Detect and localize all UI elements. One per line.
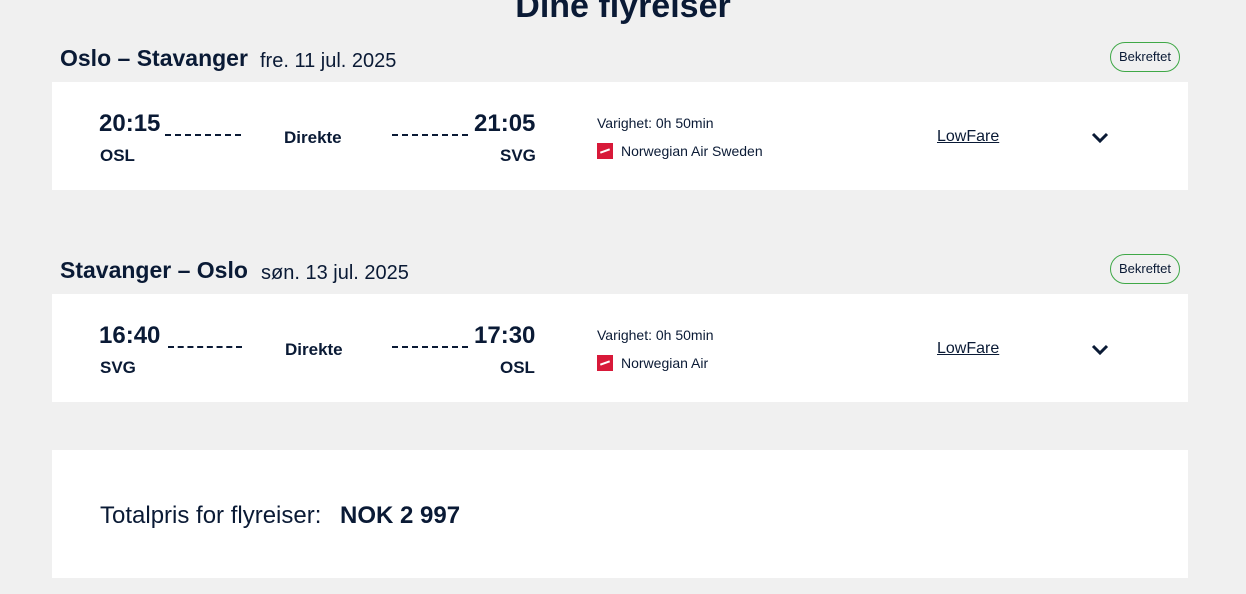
route-line-right bbox=[392, 346, 468, 348]
airline-logo-icon bbox=[597, 355, 613, 371]
total-price-label: Totalpris for flyreiser: bbox=[100, 502, 322, 529]
airline-info: Norwegian Air bbox=[597, 354, 708, 372]
flight-duration: Varighet: 0h 50min bbox=[597, 327, 714, 343]
status-badge: Bekreftet bbox=[1109, 42, 1180, 72]
trip-header: Oslo – Stavanger fre. 11 jul. 2025 Bekre… bbox=[52, 42, 1188, 82]
trip-header: Stavanger – Oslo søn. 13 jul. 2025 Bekre… bbox=[52, 254, 1188, 294]
total-price-value: NOK 2 997 bbox=[340, 502, 461, 529]
stops-label: Direkte bbox=[284, 128, 342, 147]
arrival-airport-code: SVG bbox=[500, 146, 536, 165]
trip-outbound: Oslo – Stavanger fre. 11 jul. 2025 Bekre… bbox=[52, 42, 1188, 190]
total-price-card: Totalpris for flyreiser: NOK 2 997 bbox=[52, 450, 1188, 578]
route-line-right bbox=[392, 134, 468, 136]
page-title: Dine flyreiser bbox=[515, 0, 731, 25]
route-line-left bbox=[165, 134, 241, 136]
airline-logo-icon bbox=[597, 143, 613, 159]
fare-type-link[interactable]: LowFare bbox=[937, 340, 999, 358]
airline-name: Norwegian Air Sweden bbox=[621, 143, 763, 159]
trip-route: Oslo – Stavanger bbox=[60, 45, 248, 71]
stops-label: Direkte bbox=[285, 340, 343, 359]
trip-return: Stavanger – Oslo søn. 13 jul. 2025 Bekre… bbox=[52, 254, 1188, 402]
fare-type-link[interactable]: LowFare bbox=[937, 128, 999, 146]
departure-airport-code: SVG bbox=[100, 358, 136, 377]
arrival-time: 21:05 bbox=[474, 110, 536, 137]
arrival-airport-code: OSL bbox=[500, 358, 535, 377]
flight-card: 20:15 OSL Direkte 21:05 SVG Varighet: 0h… bbox=[52, 82, 1188, 190]
flight-card: 16:40 SVG Direkte 17:30 OSL Varighet: 0h… bbox=[52, 294, 1188, 402]
departure-time: 16:40 bbox=[99, 322, 161, 349]
airline-info: Norwegian Air Sweden bbox=[597, 142, 763, 160]
trip-date: søn. 13 jul. 2025 bbox=[261, 262, 409, 284]
trip-date: fre. 11 jul. 2025 bbox=[260, 50, 397, 72]
chevron-down-icon[interactable] bbox=[1088, 128, 1112, 148]
status-badge: Bekreftet bbox=[1109, 254, 1180, 284]
flight-duration: Varighet: 0h 50min bbox=[597, 115, 714, 131]
trip-route: Stavanger – Oslo bbox=[60, 257, 248, 283]
departure-time: 20:15 bbox=[99, 110, 161, 137]
arrival-time: 17:30 bbox=[474, 322, 536, 349]
chevron-down-icon[interactable] bbox=[1088, 340, 1112, 360]
airline-name: Norwegian Air bbox=[621, 355, 709, 371]
departure-airport-code: OSL bbox=[100, 146, 135, 165]
route-line-left bbox=[168, 346, 242, 348]
